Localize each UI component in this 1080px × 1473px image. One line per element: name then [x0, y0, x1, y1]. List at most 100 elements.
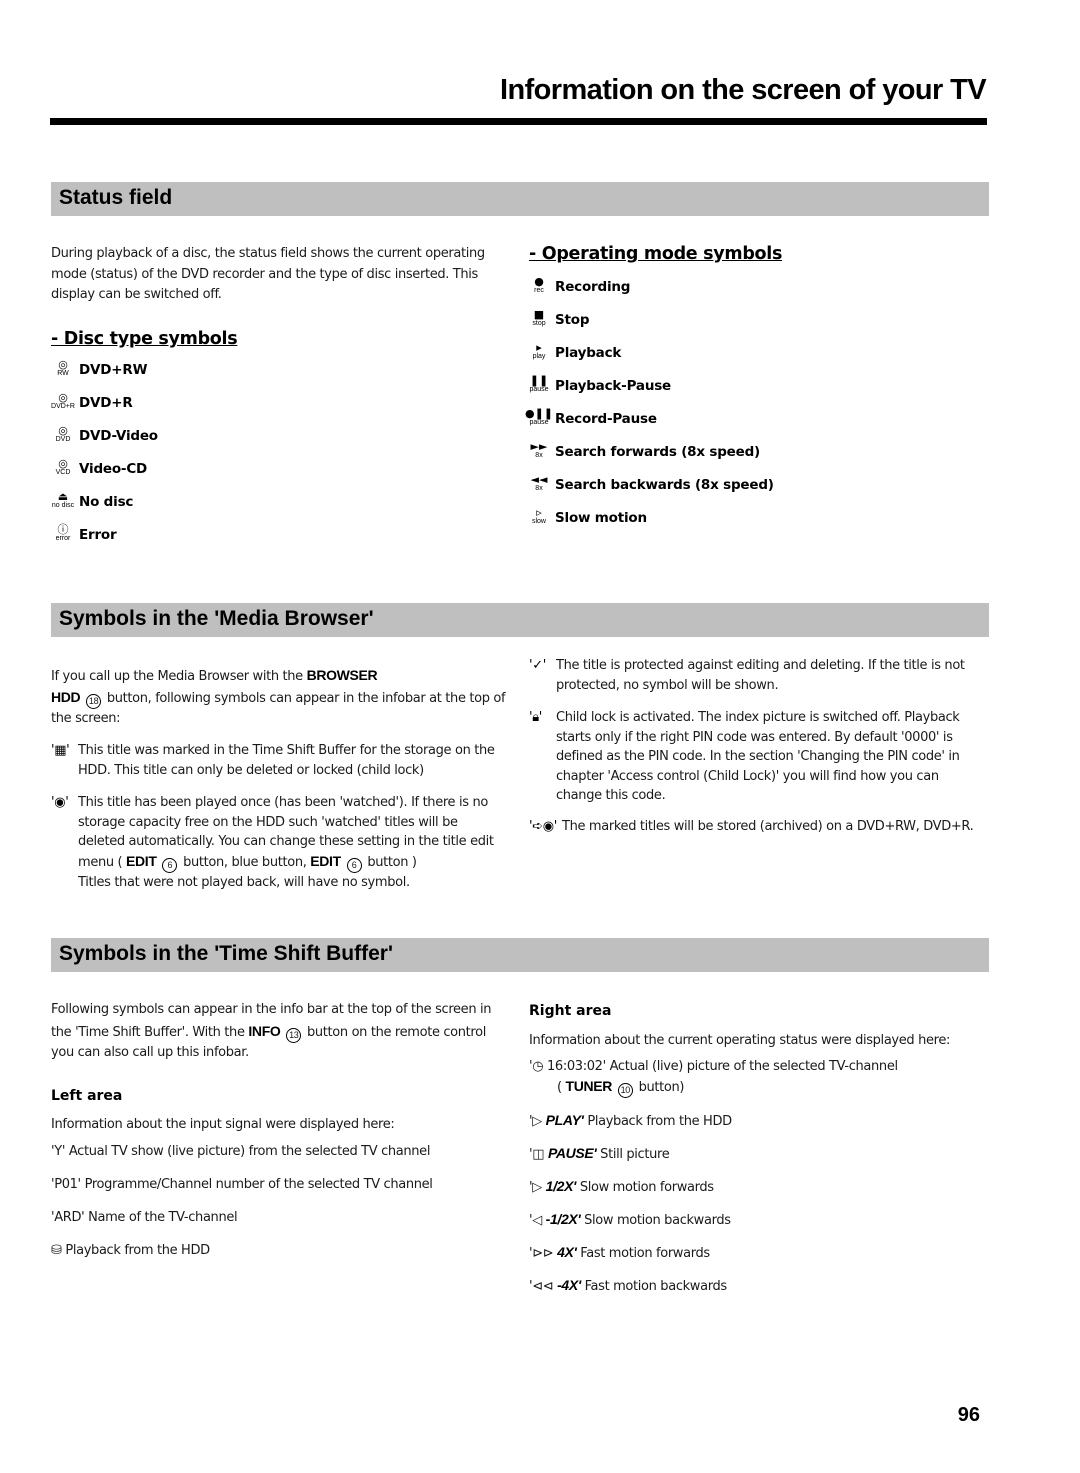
left-area-intro: Information about the input signal were …: [51, 1117, 395, 1132]
symbol-row: ◎ RW DVD+RW: [51, 356, 147, 378]
section-header-time-shift-buffer: Symbols in the 'Time Shift Buffer': [51, 938, 989, 972]
status-code: 1/2X': [545, 1178, 577, 1194]
item-description: Slow motion forwards: [576, 1180, 714, 1195]
fast-forward-icon: '⊳⊳: [529, 1246, 558, 1261]
menu-text: button ): [363, 854, 417, 870]
intro-text: button, following symbols can appear in …: [51, 691, 506, 726]
item-description: Actual TV show (live picture) from the s…: [65, 1144, 431, 1159]
symbol-label: Playback-Pause: [555, 378, 672, 394]
icon-caption: VCD: [55, 469, 71, 476]
checkmark-icon: '✓': [529, 658, 546, 673]
symbol-label: Error: [79, 527, 117, 543]
symbol-row: ◎ DVD+R DVD+R: [51, 389, 133, 411]
antenna-icon: 'Y': [51, 1144, 66, 1159]
symbol-row: ▸ play Playback: [527, 339, 622, 361]
status-code: -4X': [557, 1277, 581, 1293]
item-description: Child lock is activated. The index pictu…: [556, 710, 960, 803]
status-code: -1/2X': [545, 1211, 581, 1227]
page-number: 96: [957, 1404, 980, 1426]
left-area-item: 'Y' Actual TV show (live picture) from t…: [51, 1142, 430, 1162]
symbol-row: ●❚❚ pause Record-Pause: [525, 405, 657, 427]
protected-item: '✓' The title is protected against editi…: [529, 656, 981, 695]
edit-key: EDIT: [126, 852, 157, 869]
symbol-label: Video-CD: [79, 461, 148, 477]
symbol-row: ◎ VCD Video-CD: [51, 455, 148, 477]
item-description: The marked titles will be stored (archiv…: [562, 819, 974, 834]
button-number-badge: 6: [346, 857, 362, 873]
rewind-icon: ◄◄ 8x: [527, 473, 551, 493]
symbol-label: Slow motion: [555, 510, 647, 526]
icon-glyph: ⓘ: [57, 523, 69, 536]
icon-glyph: ◎: [58, 391, 68, 404]
slow-motion-icon: ▹ slow: [527, 506, 551, 526]
left-area-item: ⛁ Playback from the HDD: [51, 1241, 210, 1261]
hdd-key: HDD: [51, 689, 81, 705]
symbol-row: ⓘ error Error: [51, 521, 117, 543]
title-divider: [50, 118, 987, 125]
icon-glyph: ▹: [536, 506, 542, 519]
section-title: Symbols in the 'Time Shift Buffer': [59, 942, 393, 965]
error-icon: ⓘ error: [51, 523, 75, 543]
button-number-badge: 18: [86, 694, 102, 709]
button-number-badge: 10: [617, 1082, 633, 1098]
icon-caption: RW: [57, 370, 69, 377]
symbol-row: ▹ slow Slow motion: [527, 504, 647, 526]
disc-icon: ◎ DVD: [51, 425, 75, 444]
item-description: Fast motion forwards: [576, 1246, 710, 1261]
browser-key: BROWSER: [306, 667, 378, 683]
symbol-label: DVD+RW: [79, 362, 148, 378]
play-icon: '▷: [529, 1114, 546, 1129]
right-area-item: '◫ PAUSE' Still picture: [529, 1144, 670, 1165]
operating-mode-heading: - Operating mode symbols: [529, 244, 783, 264]
symbol-label: DVD-Video: [79, 428, 158, 444]
film-strip-icon: '▦': [51, 743, 70, 758]
item-description: Playback from the HDD: [583, 1114, 732, 1129]
icon-caption: 8x: [535, 452, 543, 459]
item-description: Fast motion backwards: [580, 1279, 728, 1294]
section-header-media-browser: Symbols in the 'Media Browser': [51, 603, 989, 637]
icon-glyph: ►►: [530, 440, 548, 453]
icon-caption: pause: [529, 419, 549, 426]
symbol-row: ►► 8x Search forwards (8x speed): [527, 438, 761, 460]
icon-caption: no disc: [51, 502, 75, 509]
tuner-key: TUNER: [565, 1077, 613, 1094]
icon-glyph: ▸: [536, 341, 542, 354]
icon-caption: play: [532, 353, 546, 360]
symbol-label: Recording: [555, 279, 631, 295]
item-description: This title was marked in the Time Shift …: [78, 743, 495, 778]
icon-glyph: ◎: [58, 457, 68, 470]
stop-icon: ■ stop: [527, 308, 551, 328]
item-description: The title is protected against editing a…: [556, 658, 965, 693]
left-area-item: 'ARD' Name of the TV-channel: [51, 1208, 238, 1228]
icon-caption: 8x: [535, 485, 543, 492]
symbol-row: ◄◄ 8x Search backwards (8x speed): [527, 471, 774, 493]
symbol-label: Playback: [555, 345, 622, 361]
symbol-row: ❚❚ pause Playback-Pause: [527, 372, 671, 394]
watched-item: '◉' This title has been played once (has…: [51, 793, 506, 892]
item-description: Still picture: [596, 1147, 670, 1162]
left-area-heading: Left area: [51, 1088, 123, 1104]
status-code: 4X': [557, 1244, 577, 1260]
right-area-intro: Information about the current operating …: [529, 1033, 951, 1048]
clock-icon: '◷ 16:03:02': [529, 1059, 606, 1074]
icon-glyph: ■: [533, 308, 545, 321]
item-description: Playback from the HDD: [61, 1243, 210, 1258]
symbol-label: DVD+R: [79, 395, 133, 411]
record-pause-icon: ●❚❚ pause: [525, 408, 553, 427]
right-area-item: '⊲⊲ -4X' Fast motion backwards: [529, 1276, 727, 1297]
archive-item: '➪◉' The marked titles will be stored (a…: [529, 817, 981, 837]
eject-icon: ⏏ no disc: [51, 491, 75, 510]
button-number-badge: 6: [162, 857, 178, 873]
symbol-row: ● rec Recording: [527, 273, 630, 295]
icon-caption: rec: [534, 287, 544, 294]
icon-caption: stop: [532, 320, 546, 327]
fast-backward-icon: '⊲⊲: [529, 1279, 558, 1294]
play-icon: ▸ play: [527, 341, 551, 361]
status-code: PLAY': [545, 1112, 584, 1128]
icon-glyph: ◄◄: [530, 473, 548, 486]
symbol-label: Stop: [555, 312, 590, 328]
disc-type-heading: - Disc type symbols: [51, 329, 238, 349]
menu-text: menu (: [78, 854, 127, 870]
icon-caption: DVD+R: [51, 403, 75, 410]
icon-caption: slow: [531, 518, 546, 525]
